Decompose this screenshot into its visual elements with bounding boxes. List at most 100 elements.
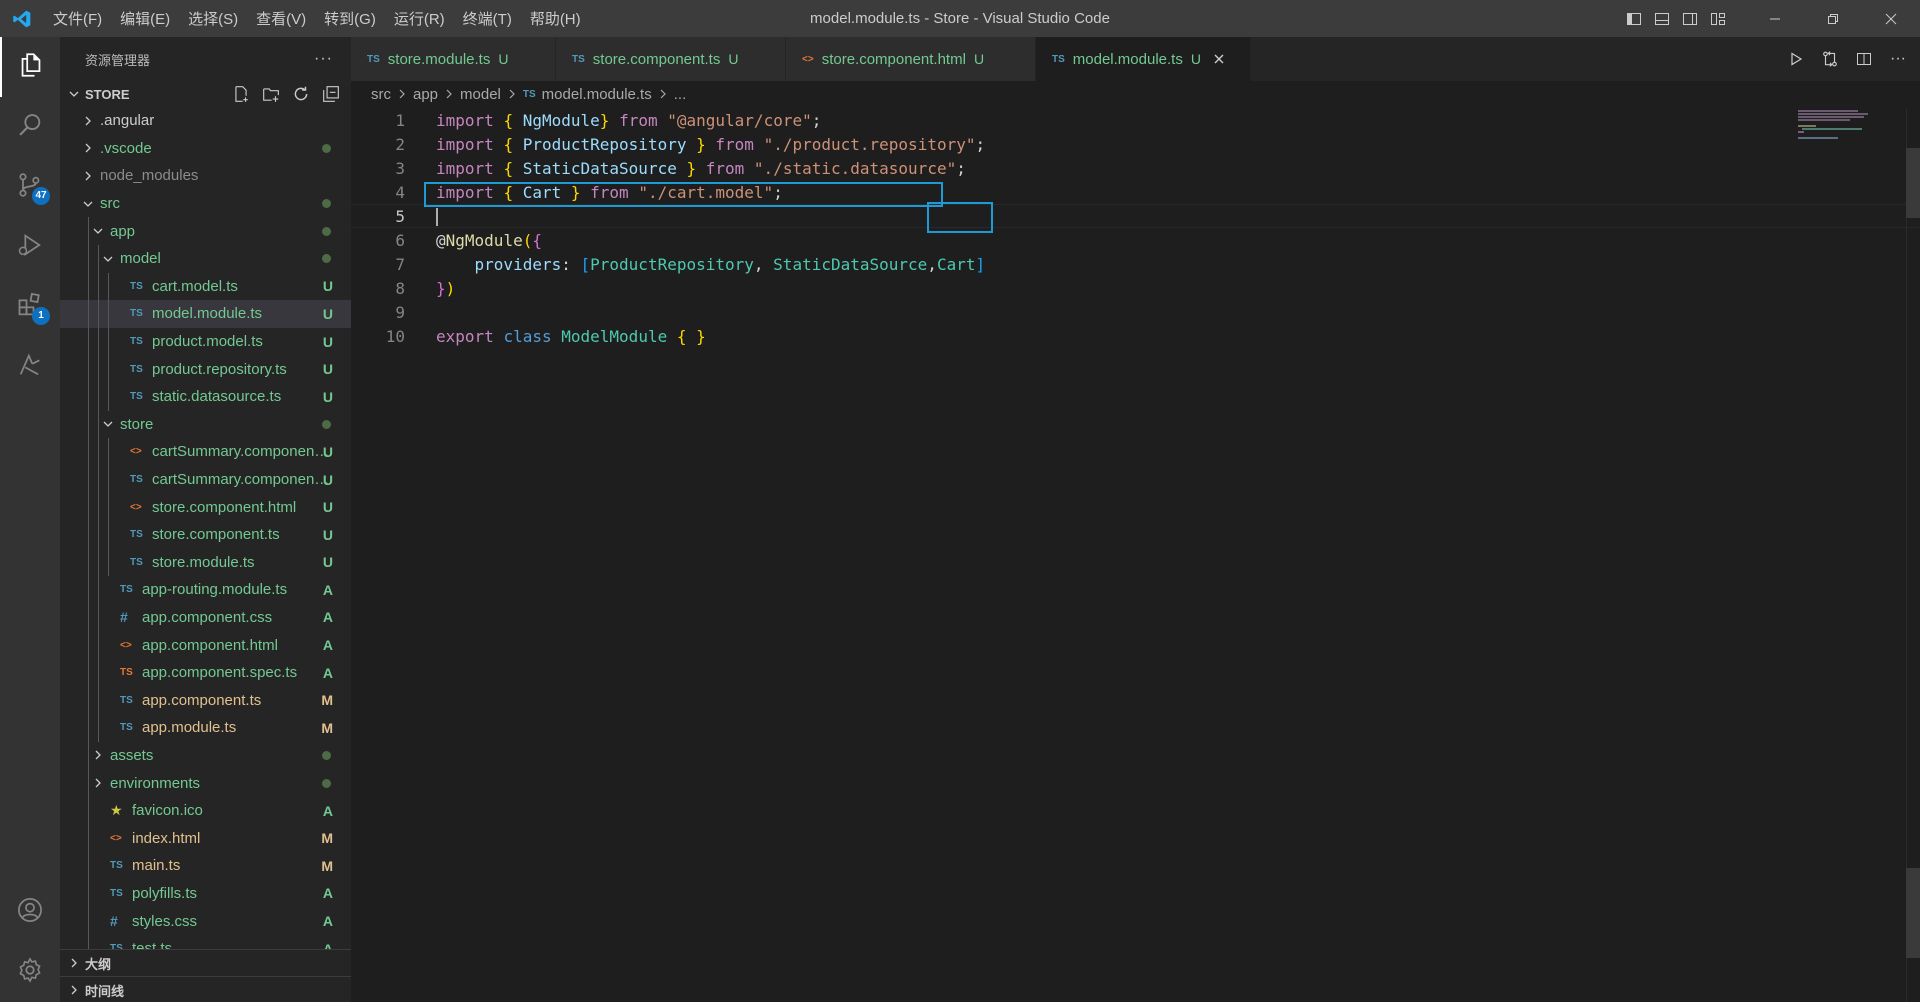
outline-section-header[interactable]: 大纲 [60,949,351,976]
more-actions-button[interactable]: ··· [314,50,333,68]
menu-item[interactable]: 文件(F) [44,8,111,29]
tree-file[interactable]: TS app.module.ts M [60,714,351,742]
run-debug-activity[interactable] [0,217,60,277]
tree-file[interactable]: <> store.component.html U [60,493,351,521]
vertical-scrollbar[interactable] [1906,108,1920,1002]
tree-file[interactable]: # app.component.css A [60,603,351,632]
tree-file[interactable]: <> cartSummary.component.html U [60,438,351,466]
tree-file[interactable]: TS static.datasource.ts U [60,382,351,411]
tree-folder[interactable]: .vscode [60,135,351,163]
code-line[interactable]: 4 import { Cart } from "./cart.model"; [351,180,1920,204]
tree-file[interactable]: <> app.component.html A [60,631,351,659]
code-token: from [590,182,629,202]
tree-file[interactable]: TS main.ts M [60,852,351,880]
code-line[interactable]: 10 export class ModelModule { } [351,324,1920,348]
tree-folder[interactable]: app [60,217,351,245]
code-line[interactable]: 2 import { ProductRepository } from "./pr… [351,132,1920,156]
toggle-panel-icon[interactable] [1648,0,1676,37]
menu-item[interactable]: 编辑(E) [111,8,179,29]
tree-file[interactable]: <> index.html M [60,824,351,853]
code-line[interactable]: 1 import { NgModule} from "@angular/core"… [351,108,1920,132]
tree-folder[interactable]: node_modules [60,162,351,190]
workspace-section-header[interactable]: STORE [60,81,351,107]
tree-file[interactable]: TS store.component.ts U [60,520,351,549]
minimap[interactable] [1796,108,1906,148]
breadcrumb-item[interactable]: model [460,86,501,103]
tree-folder[interactable]: assets [60,741,351,770]
tree-file[interactable]: TS cart.model.ts U [60,272,351,301]
toggle-secondary-sidebar-icon[interactable] [1676,0,1704,37]
source-control-badge: 47 [32,187,50,205]
refresh-icon[interactable] [289,82,313,106]
restore-icon[interactable] [1804,0,1862,37]
indent-guide [88,327,89,356]
tree-item-label: cartSummary.component.html [152,443,332,461]
menu-item[interactable]: 运行(R) [385,8,454,29]
open-changes-icon[interactable] [1818,47,1842,71]
tree-folder[interactable]: store [60,410,351,439]
source-control-activity[interactable]: 47 [0,157,60,217]
code-token: "./cart.model" [638,182,774,202]
breadcrumb-item[interactable]: ... [674,86,687,103]
editor-tab[interactable]: TS store.module.ts U [351,37,556,81]
editor-tab[interactable]: TS model.module.ts U [1036,37,1251,81]
tree-folder[interactable]: environments [60,769,351,797]
menu-item[interactable]: 查看(V) [247,8,315,29]
more-editor-actions-icon[interactable]: ··· [1886,47,1910,71]
code-line[interactable]: 5 [351,204,1920,228]
breadcrumb-item[interactable]: model.module.ts [542,86,652,103]
split-editor-icon[interactable] [1852,47,1876,71]
code-line[interactable]: 3 import { StaticDataSource } from "./sta… [351,156,1920,180]
code-token: ProductRepository [590,254,754,274]
tree-file[interactable]: TS model.module.ts U [60,300,351,328]
editor-tab[interactable]: TS store.component.ts U [556,37,786,81]
toggle-primary-sidebar-icon[interactable] [1620,0,1648,37]
tree-file[interactable]: TS product.model.ts U [60,327,351,356]
tree-folder[interactable]: src [60,190,351,218]
close-window-icon[interactable] [1862,0,1920,37]
minimize-icon[interactable] [1746,0,1804,37]
new-folder-icon[interactable] [259,82,283,106]
tree-file[interactable]: TS polyfills.ts A [60,879,351,908]
run-icon[interactable] [1784,47,1808,71]
code-editor[interactable]: 1 import { NgModule} from "@angular/core"… [351,108,1920,348]
html-file-icon: <> [802,53,814,65]
accounts-activity[interactable] [0,882,60,942]
remote-activity[interactable] [0,337,60,397]
tree-file[interactable]: TS cartSummary.component.ts U [60,465,351,494]
code-line[interactable]: 7 providers: [ProductRepository, StaticD… [351,252,1920,276]
timeline-section-header[interactable]: 时间线 [60,976,351,1002]
tree-folder[interactable]: .angular [60,107,351,135]
code-line[interactable]: 8}) [351,276,1920,300]
tree-file[interactable]: # styles.css A [60,907,351,935]
explorer-activity[interactable] [0,37,60,97]
code-line[interactable]: 6 @NgModule({ [351,228,1920,252]
breadcrumb-item[interactable]: src [371,86,391,103]
tree-file[interactable]: ★ favicon.ico A [60,796,351,825]
close-tab-icon[interactable] [1211,51,1227,67]
tree-file[interactable]: TS app-routing.module.ts A [60,576,351,604]
new-file-icon[interactable] [229,82,253,106]
manage-activity[interactable] [0,942,60,1002]
git-status-badge: U [322,471,333,488]
tree-file[interactable]: TS app.component.spec.ts A [60,658,351,687]
customize-layout-icon[interactable] [1704,0,1732,37]
indent-guide [98,410,99,439]
tree-file[interactable]: TS app.component.ts M [60,686,351,715]
tree-file[interactable]: TS product.repository.ts U [60,355,351,383]
menu-item[interactable]: 选择(S) [179,8,247,29]
menu-item[interactable]: 终端(T) [454,8,521,29]
tree-file[interactable]: TS test.ts A [60,934,351,949]
menu-item[interactable]: 转到(G) [315,8,385,29]
tab-git-status: U [498,51,509,67]
breadcrumb-item[interactable]: app [413,86,438,103]
menu-item[interactable]: 帮助(H) [521,8,590,29]
code-line[interactable]: 9 [351,300,1920,324]
tree-folder[interactable]: model [60,244,351,273]
tree-file[interactable]: TS store.module.ts U [60,548,351,577]
collapse-all-icon[interactable] [319,82,343,106]
search-activity[interactable] [0,97,60,157]
extensions-activity[interactable]: 1 [0,277,60,337]
editor-tab[interactable]: <> store.component.html U [786,37,1036,81]
